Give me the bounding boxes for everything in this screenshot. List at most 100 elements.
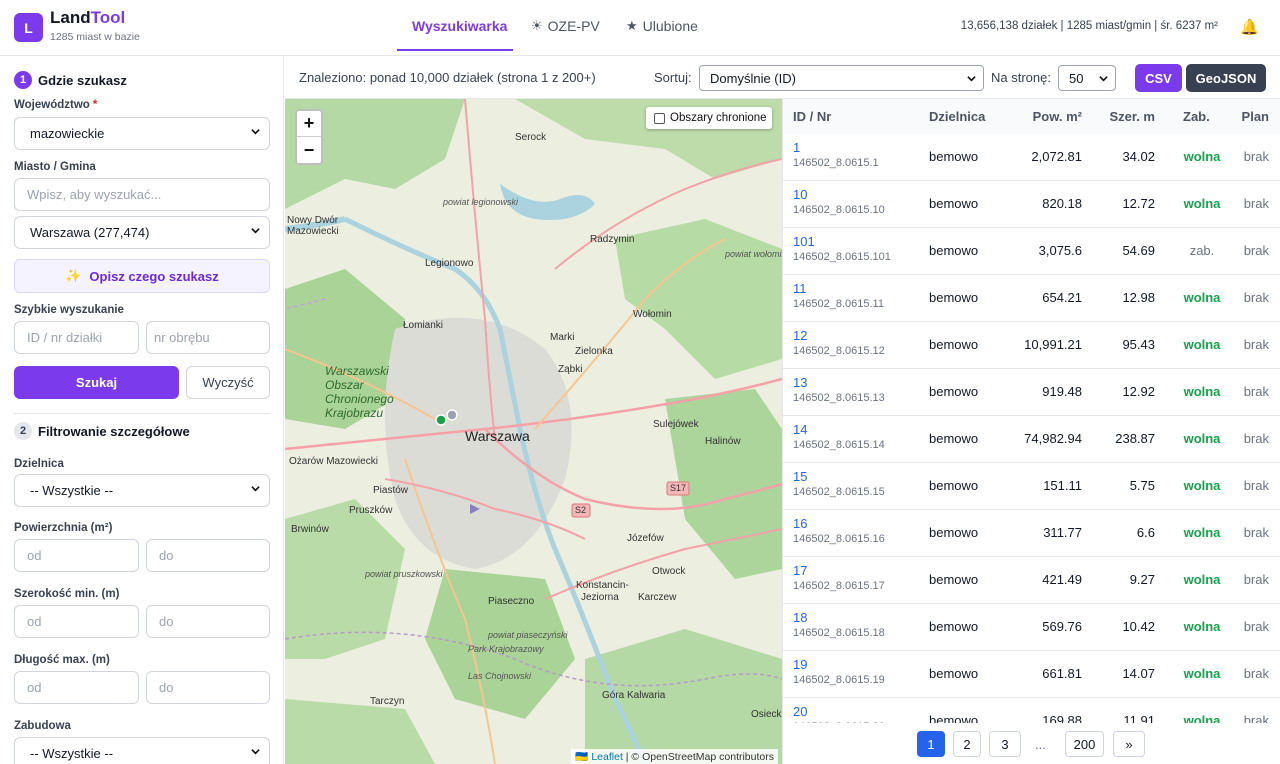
district-cell: bemowo bbox=[929, 290, 979, 305]
city-search-input[interactable]: Wpisz, aby wyszukać... bbox=[14, 178, 270, 211]
parcel-id-link[interactable]: 14 bbox=[793, 422, 807, 437]
map-label-zabki: Ząbki bbox=[558, 364, 583, 375]
page-last-button[interactable]: 200 bbox=[1065, 731, 1104, 757]
export-geojson-button[interactable]: GeoJSON bbox=[1186, 64, 1266, 92]
parcel-identifier: 146502_8.0615.10 bbox=[793, 204, 885, 216]
parcel-identifier: 146502_8.0615.101 bbox=[793, 251, 891, 263]
parcel-id-link[interactable]: 16 bbox=[793, 516, 807, 531]
plan-cell: brak bbox=[1243, 243, 1269, 258]
parcel-id-link[interactable]: 18 bbox=[793, 610, 807, 625]
table-row[interactable]: 13 146502_8.0615.13 bemowo 919.48 12.92 wolna… bbox=[783, 369, 1280, 416]
map-label-park: Warszawski Obszar Chronionego Krajobrazu bbox=[325, 364, 394, 420]
parcel-id-link[interactable]: 15 bbox=[793, 469, 807, 484]
search-button[interactable]: Szukaj bbox=[14, 366, 179, 399]
next-page-button[interactable]: » bbox=[1113, 731, 1145, 757]
table-row[interactable]: 19 146502_8.0615.19 bemowo 661.81 14.07 wolna… bbox=[783, 651, 1280, 698]
area-max-input[interactable]: do bbox=[146, 539, 270, 572]
protected-areas-checkbox[interactable] bbox=[654, 112, 665, 124]
tab-ulubione[interactable]: ★ Ulubione bbox=[626, 0, 698, 52]
width-cell: 11.91 bbox=[1123, 713, 1155, 723]
building-status: wolna bbox=[1183, 478, 1221, 493]
tab-wyszukiwarka[interactable]: Wyszukiwarka bbox=[412, 0, 507, 52]
map-label-jozefow: Józefów bbox=[627, 533, 664, 544]
table-row[interactable]: 10 146502_8.0615.10 bemowo 820.18 12.72 wolna… bbox=[783, 181, 1280, 228]
parcel-id-link[interactable]: 19 bbox=[793, 657, 807, 672]
clear-button[interactable]: Wyczyść bbox=[186, 366, 270, 399]
district-cell: bemowo bbox=[929, 478, 979, 493]
table-row[interactable]: 16 146502_8.0615.16 bemowo 311.77 6.6 wolna br… bbox=[783, 510, 1280, 557]
sort-select[interactable]: Domyślnie (ID) bbox=[699, 65, 984, 91]
map-label-sulejowek: Sulejówek bbox=[653, 419, 699, 430]
page-1-button[interactable]: 1 bbox=[917, 731, 945, 757]
table-row[interactable]: 18 146502_8.0615.18 bemowo 569.76 10.42 wolna… bbox=[783, 604, 1280, 651]
parcel-id-link[interactable]: 17 bbox=[793, 563, 807, 578]
describe-search-button[interactable]: ✨ Opisz czego szukasz bbox=[14, 259, 270, 293]
table-row[interactable]: 15 146502_8.0615.15 bemowo 151.11 5.75 wolna b… bbox=[783, 463, 1280, 510]
table-header: ID / Nr Dzielnica Pow. m² Szer. m Zab. P… bbox=[783, 99, 1280, 134]
column-header-building[interactable]: Zab. bbox=[1183, 109, 1210, 124]
table-row[interactable]: 1 146502_8.0615.1 bemowo 2,072.81 34.02 wolna… bbox=[783, 134, 1280, 181]
parcel-id-input[interactable]: ID / nr działki bbox=[14, 321, 139, 354]
building-select[interactable]: -- Wszystkie -- bbox=[14, 737, 270, 764]
area-label: Powierzchnia (m²) bbox=[14, 522, 113, 534]
width-max-input[interactable]: do bbox=[146, 605, 270, 638]
parcel-id-link[interactable]: 11 bbox=[793, 281, 807, 296]
table-row[interactable]: 11 146502_8.0615.11 bemowo 654.21 12.98 wolna… bbox=[783, 275, 1280, 322]
max-length-label: Długość max. (m) bbox=[14, 654, 110, 666]
district-select[interactable]: -- Wszystkie -- bbox=[14, 474, 270, 507]
voivodeship-select[interactable]: mazowieckie bbox=[14, 117, 270, 150]
column-header-area[interactable]: Pow. m² bbox=[1033, 109, 1082, 124]
page-2-button[interactable]: 2 bbox=[953, 731, 981, 757]
precinct-number-input[interactable]: nr obrębu bbox=[146, 321, 270, 354]
chevron-down-icon bbox=[251, 228, 260, 234]
length-min-input[interactable]: od bbox=[14, 671, 139, 704]
column-header-district[interactable]: Dzielnica bbox=[929, 109, 985, 124]
leaflet-link[interactable]: 🇺🇦 Leaflet bbox=[575, 751, 623, 763]
table-row[interactable]: 20146502_8.0615.20bemowo169.8811.91wolna… bbox=[783, 698, 1280, 723]
chevron-down-icon bbox=[251, 749, 260, 755]
parcel-id-link[interactable]: 101 bbox=[793, 234, 815, 249]
parcel-id-link[interactable]: 13 bbox=[793, 375, 807, 390]
table-row[interactable]: 101 146502_8.0615.101 bemowo 3,075.6 54.69 za… bbox=[783, 228, 1280, 275]
parcel-id-link[interactable]: 10 bbox=[793, 187, 807, 202]
zoom-in-button[interactable]: + bbox=[297, 111, 321, 137]
bell-icon[interactable]: 🔔 bbox=[1240, 18, 1259, 36]
width-cell: 54.69 bbox=[1122, 243, 1155, 258]
results-count: Znaleziono: ponad 10,000 działek (strona… bbox=[299, 70, 596, 85]
column-header-id[interactable]: ID / Nr bbox=[793, 109, 831, 124]
table-row[interactable]: 14 146502_8.0615.14 bemowo 74,982.94 238.87 w… bbox=[783, 416, 1280, 463]
length-max-input[interactable]: do bbox=[146, 671, 270, 704]
map-attribution: 🇺🇦 Leaflet | © OpenStreetMap contributor… bbox=[571, 749, 778, 764]
parcel-id-link[interactable]: 20 bbox=[793, 704, 807, 719]
width-cell: 34.02 bbox=[1122, 149, 1155, 164]
per-page-select[interactable]: 50 bbox=[1058, 65, 1116, 91]
map-label-konstancin: Konstancin- bbox=[576, 580, 629, 591]
parcel-id-link[interactable]: 1 bbox=[793, 140, 800, 155]
city-select[interactable]: Warszawa (277,474) bbox=[14, 216, 270, 249]
map-label-piaseczno: Piaseczno bbox=[488, 596, 535, 607]
table-row[interactable]: 17 146502_8.0615.17 bemowo 421.49 9.27 wolna b… bbox=[783, 557, 1280, 604]
area-cell: 3,075.6 bbox=[1038, 243, 1082, 258]
table-row[interactable]: 12 146502_8.0615.12 bemowo 10,991.21 95.43 wo… bbox=[783, 322, 1280, 369]
map-label-lomianki: Łomianki bbox=[403, 320, 444, 331]
protected-areas-toggle[interactable]: Obszary chronione bbox=[646, 107, 772, 129]
pagination: 1 2 3 ... 200 » bbox=[782, 723, 1280, 764]
parcel-id-link[interactable]: 12 bbox=[793, 328, 807, 343]
zoom-out-button[interactable]: − bbox=[297, 137, 321, 163]
page-3-button[interactable]: 3 bbox=[989, 731, 1021, 757]
tab-oze-pv[interactable]: ☀ OZE-PV bbox=[531, 0, 600, 52]
area-min-input[interactable]: od bbox=[14, 539, 139, 572]
map-view[interactable]: Warszawa Serock Nowy Dwór Mazowiecki Leg… bbox=[285, 99, 782, 764]
app-logo[interactable]: L bbox=[14, 13, 43, 42]
column-header-plan[interactable]: Plan bbox=[1242, 109, 1269, 124]
chevron-down-icon bbox=[251, 486, 260, 492]
area-cell: 311.77 bbox=[1043, 525, 1082, 540]
building-label: Zabudowa bbox=[14, 720, 71, 732]
column-header-width[interactable]: Szer. m bbox=[1109, 109, 1155, 124]
district-cell: bemowo bbox=[929, 384, 979, 399]
map-zoom-control: + − bbox=[295, 109, 323, 165]
map-label-piastow: Piastów bbox=[373, 485, 409, 496]
width-min-input[interactable]: od bbox=[14, 605, 139, 638]
plan-cell: brak bbox=[1243, 619, 1269, 634]
export-csv-button[interactable]: CSV bbox=[1135, 64, 1182, 92]
